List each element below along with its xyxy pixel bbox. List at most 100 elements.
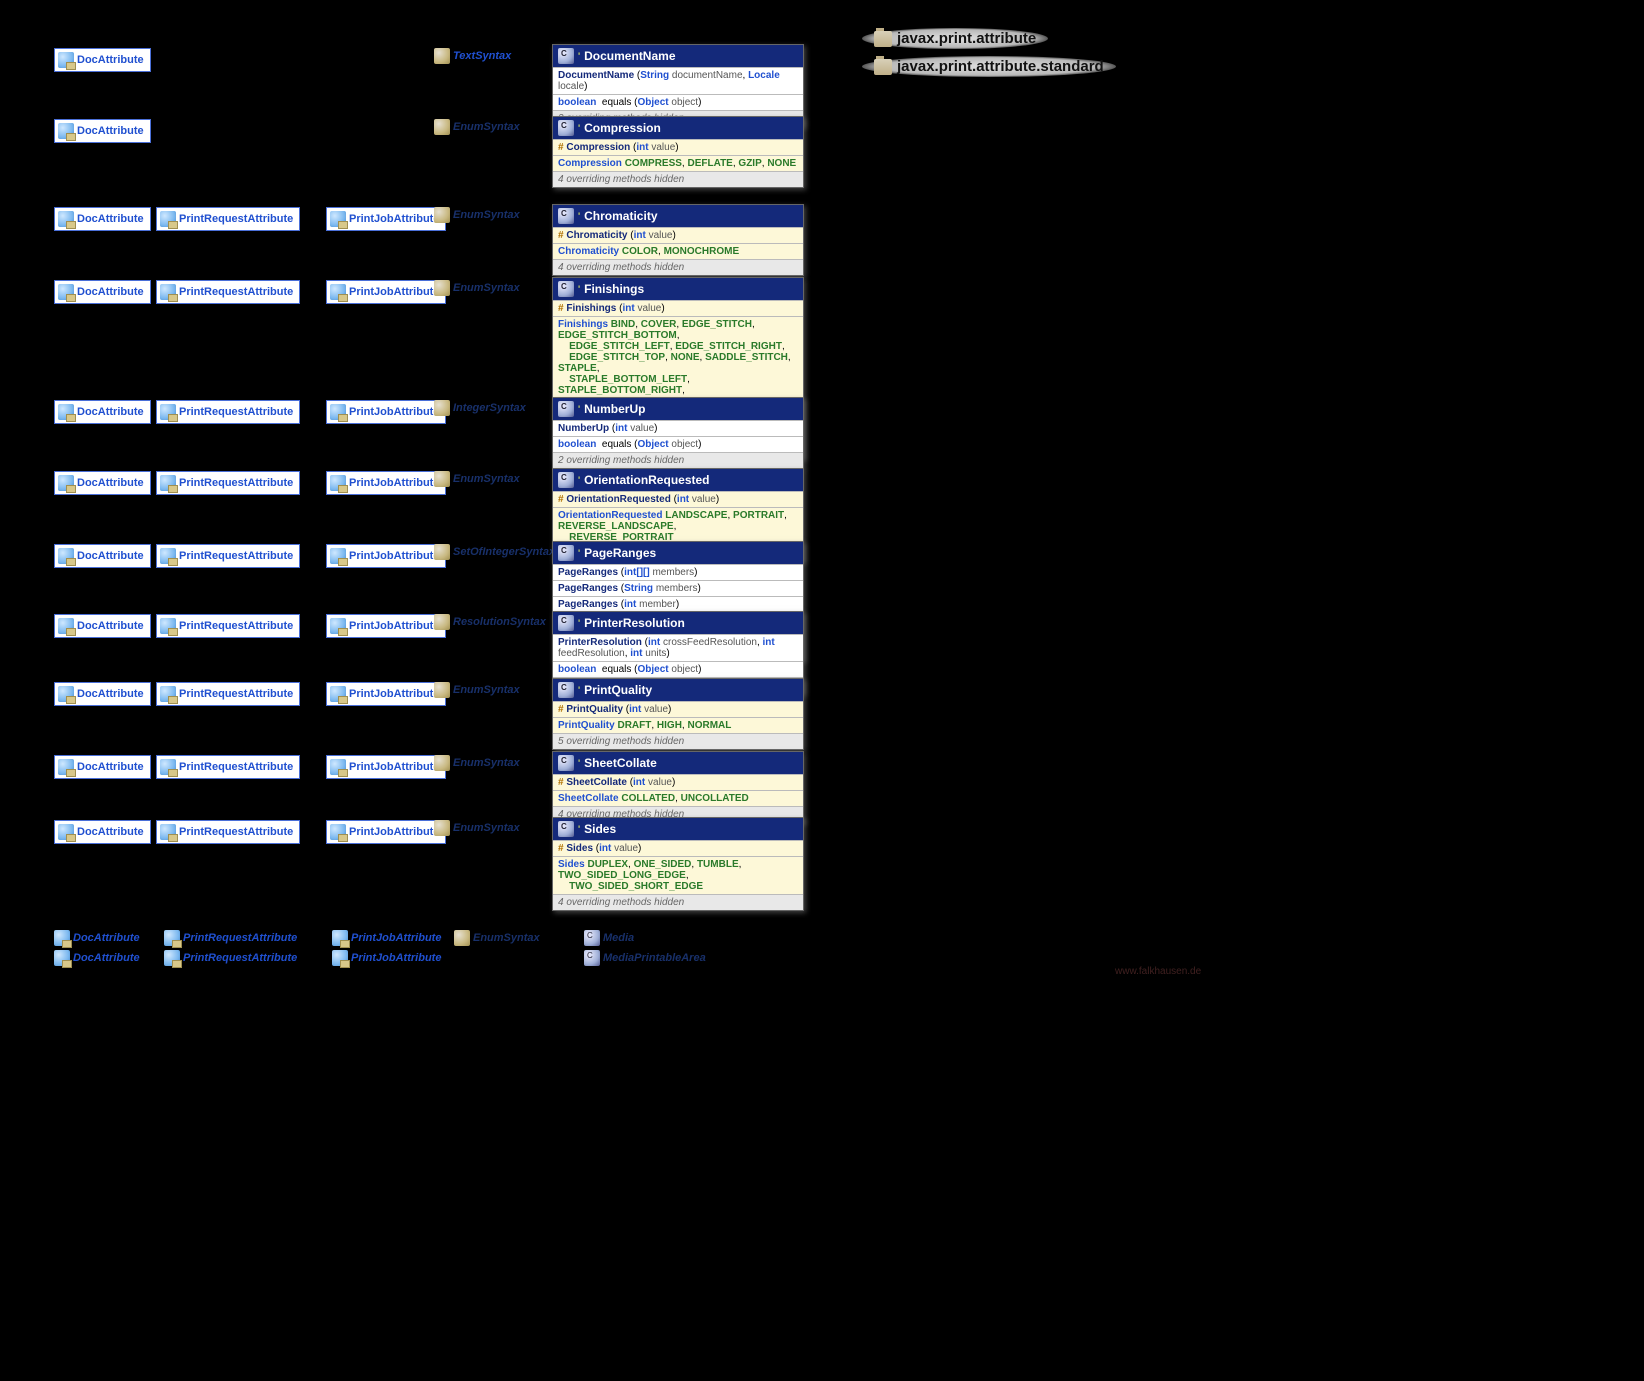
interface-icon [58,52,74,68]
class-card-Compression[interactable]: 'Compression# Compression (int value)Com… [552,116,804,188]
package-label-2: javax.print.attribute.standard [862,56,1116,77]
ref-mpa[interactable]: MediaPrintableArea [584,950,706,966]
interface-doc[interactable]: DocAttribute [54,207,151,231]
class-icon [558,821,574,837]
ref-doc[interactable]: DocAttribute [54,950,140,966]
interface-job[interactable]: PrintJobAttribute [326,280,446,304]
interface-doc[interactable]: DocAttribute [54,820,151,844]
class-icon [434,48,450,64]
ref-label: PrintJobAttribute [351,932,441,944]
class-title: DocumentName [584,49,675,63]
interface-req[interactable]: PrintRequestAttribute [156,400,300,424]
class-member-row: 4 overriding methods hidden [553,171,803,187]
class-icon [54,930,70,946]
class-icon [454,930,470,946]
interface-job[interactable]: PrintJobAttribute [326,614,446,638]
interface-req[interactable]: PrintRequestAttribute [156,544,300,568]
interface-job[interactable]: PrintJobAttribute [326,820,446,844]
interface-icon [58,211,74,227]
interface-doc[interactable]: DocAttribute [54,755,151,779]
ref-enum[interactable]: EnumSyntax [434,280,520,296]
class-card-SheetCollate[interactable]: 'SheetCollate# SheetCollate (int value)S… [552,751,804,823]
class-member-row: NumberUp (int value) [553,420,803,436]
ref-label: EnumSyntax [453,121,520,133]
class-card-Sides[interactable]: 'Sides# Sides (int value)Sides DUPLEX, O… [552,817,804,911]
class-member-row: PageRanges (String members) [553,580,803,596]
final-marker: ' [578,123,580,133]
interface-doc[interactable]: DocAttribute [54,48,151,72]
ref-enum[interactable]: EnumSyntax [454,930,540,946]
interface-req[interactable]: PrintRequestAttribute [156,682,300,706]
ref-text[interactable]: TextSyntax [434,48,511,64]
interface-icon [160,211,176,227]
ref-label: TextSyntax [453,50,511,62]
interface-label: PrintJobAttribute [349,406,439,418]
interface-req[interactable]: PrintRequestAttribute [156,207,300,231]
interface-req[interactable]: PrintRequestAttribute [156,820,300,844]
interface-req[interactable]: PrintRequestAttribute [156,280,300,304]
ref-enum[interactable]: EnumSyntax [434,755,520,771]
ref-soi[interactable]: SetOfIntegerSyntax [434,544,555,560]
interface-req[interactable]: PrintRequestAttribute [156,614,300,638]
interface-doc[interactable]: DocAttribute [54,544,151,568]
class-icon [434,614,450,630]
ref-enum[interactable]: EnumSyntax [434,682,520,698]
interface-icon [160,759,176,775]
interface-job[interactable]: PrintJobAttribute [326,471,446,495]
ref-job[interactable]: PrintJobAttribute [332,950,441,966]
class-card-PrintQuality[interactable]: 'PrintQuality# PrintQuality (int value)P… [552,678,804,750]
ref-enum[interactable]: EnumSyntax [434,471,520,487]
class-card-Chromaticity[interactable]: 'Chromaticity# Chromaticity (int value)C… [552,204,804,276]
interface-req[interactable]: PrintRequestAttribute [156,471,300,495]
interface-job[interactable]: PrintJobAttribute [326,400,446,424]
interface-doc[interactable]: DocAttribute [54,119,151,143]
class-member-row: # Finishings (int value) [553,300,803,316]
final-marker: ' [578,475,580,485]
interface-label: PrintJobAttribute [349,286,439,298]
ref-job[interactable]: PrintJobAttribute [332,930,441,946]
watermark: www.falkhausen.de [1115,966,1201,977]
class-icon [54,950,70,966]
interface-doc[interactable]: DocAttribute [54,280,151,304]
interface-icon [330,211,346,227]
class-member-row: SheetCollate COLLATED, UNCOLLATED [553,790,803,806]
class-title: NumberUp [584,402,645,416]
interface-icon [160,686,176,702]
class-header: 'SheetCollate [553,752,803,774]
ref-media[interactable]: Media [584,930,634,946]
class-member-row: 4 overriding methods hidden [553,259,803,275]
interface-doc[interactable]: DocAttribute [54,682,151,706]
ref-res[interactable]: ResolutionSyntax [434,614,546,630]
interface-label: PrintJobAttribute [349,550,439,562]
ref-enum[interactable]: EnumSyntax [434,119,520,135]
interface-req[interactable]: PrintRequestAttribute [156,755,300,779]
interface-label: PrintRequestAttribute [179,761,293,773]
interface-doc[interactable]: DocAttribute [54,614,151,638]
class-member-row: DocumentName (String documentName, Local… [553,67,803,94]
class-member-row: Sides DUPLEX, ONE_SIDED, TUMBLE, TWO_SID… [553,856,803,894]
ref-int[interactable]: IntegerSyntax [434,400,526,416]
interface-icon [58,284,74,300]
final-marker: ' [578,824,580,834]
ref-label: PrintJobAttribute [351,952,441,964]
interface-label: PrintJobAttribute [349,826,439,838]
interface-job[interactable]: PrintJobAttribute [326,755,446,779]
interface-job[interactable]: PrintJobAttribute [326,207,446,231]
class-member-row: Compression COMPRESS, DEFLATE, GZIP, NON… [553,155,803,171]
class-card-DocumentName[interactable]: 'DocumentNameDocumentName (String docume… [552,44,804,127]
ref-doc[interactable]: DocAttribute [54,930,140,946]
ref-req[interactable]: PrintRequestAttribute [164,930,297,946]
interface-doc[interactable]: DocAttribute [54,471,151,495]
interface-icon [160,824,176,840]
interface-job[interactable]: PrintJobAttribute [326,682,446,706]
interface-label: PrintRequestAttribute [179,688,293,700]
interface-job[interactable]: PrintJobAttribute [326,544,446,568]
class-card-NumberUp[interactable]: 'NumberUpNumberUp (int value)boolean equ… [552,397,804,469]
interface-doc[interactable]: DocAttribute [54,400,151,424]
ref-enum[interactable]: EnumSyntax [434,820,520,836]
ref-enum[interactable]: EnumSyntax [434,207,520,223]
interface-icon [330,284,346,300]
class-member-row: boolean equals (Object object) [553,661,803,677]
ref-req[interactable]: PrintRequestAttribute [164,950,297,966]
interface-label: DocAttribute [77,213,144,225]
